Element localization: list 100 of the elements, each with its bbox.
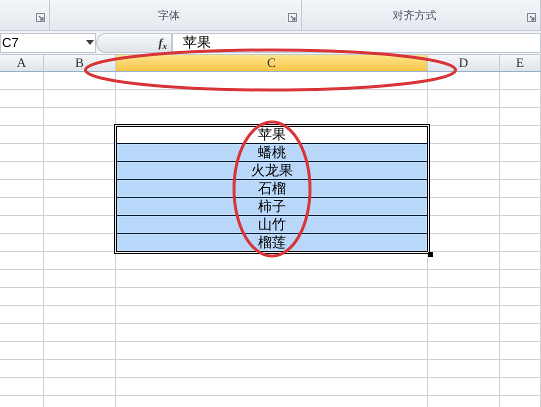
grid-cell[interactable] <box>0 126 44 144</box>
grid-cell[interactable] <box>500 162 541 180</box>
grid-cell[interactable] <box>0 360 44 378</box>
grid-cell[interactable] <box>0 72 44 90</box>
grid-cell[interactable] <box>116 90 428 108</box>
grid-cell[interactable] <box>116 360 428 378</box>
grid-cell[interactable] <box>0 270 44 288</box>
grid-cell[interactable] <box>44 324 116 342</box>
grid-cell[interactable] <box>0 306 44 324</box>
grid-cell[interactable] <box>44 180 116 198</box>
grid-cell[interactable] <box>428 324 500 342</box>
column-header[interactable]: C <box>116 55 428 71</box>
grid-cell[interactable] <box>500 324 541 342</box>
dialog-launcher-icon[interactable] <box>527 13 536 22</box>
grid-cell[interactable] <box>500 306 541 324</box>
grid-cell[interactable] <box>116 270 428 288</box>
grid-cell[interactable] <box>428 108 500 126</box>
grid-cell[interactable] <box>500 360 541 378</box>
grid-cell[interactable] <box>500 126 541 144</box>
table-cell[interactable]: 山竹 <box>116 216 428 234</box>
grid-cell[interactable] <box>428 72 500 90</box>
grid-cell[interactable] <box>44 144 116 162</box>
grid-cell[interactable] <box>428 378 500 396</box>
grid-cell[interactable] <box>0 162 44 180</box>
table-cell[interactable]: 石榴 <box>116 180 428 198</box>
grid-cell[interactable] <box>500 198 541 216</box>
grid-cell[interactable] <box>500 90 541 108</box>
column-header[interactable]: B <box>44 55 116 71</box>
grid-cell[interactable] <box>0 108 44 126</box>
grid-cell[interactable] <box>44 108 116 126</box>
grid-cell[interactable] <box>500 270 541 288</box>
grid-cell[interactable] <box>428 342 500 360</box>
grid-cell[interactable] <box>116 342 428 360</box>
grid-cell[interactable] <box>428 126 500 144</box>
formula-field[interactable]: 苹果 <box>172 32 541 52</box>
grid-cell[interactable] <box>0 342 44 360</box>
grid-cell[interactable] <box>116 252 428 270</box>
grid-cell[interactable] <box>428 270 500 288</box>
grid-cell[interactable] <box>428 162 500 180</box>
ribbon-group-label: 对齐方式 <box>392 8 438 24</box>
grid-cell[interactable] <box>0 324 44 342</box>
dialog-launcher-icon[interactable] <box>288 13 297 22</box>
column-header[interactable]: A <box>0 55 44 71</box>
dialog-launcher-icon[interactable] <box>36 13 45 22</box>
table-cell[interactable]: 柿子 <box>116 198 428 216</box>
grid-cell[interactable] <box>0 198 44 216</box>
grid-cell[interactable] <box>500 342 541 360</box>
grid-cell[interactable] <box>428 180 500 198</box>
grid-cell[interactable] <box>500 216 541 234</box>
grid-cell[interactable] <box>44 198 116 216</box>
grid-cell[interactable] <box>500 144 541 162</box>
grid-cell[interactable] <box>116 324 428 342</box>
grid-cell[interactable] <box>500 378 541 396</box>
grid-cell[interactable] <box>44 252 116 270</box>
grid-cell[interactable] <box>428 288 500 306</box>
grid-cell[interactable] <box>116 378 428 396</box>
grid-cell[interactable] <box>44 216 116 234</box>
table-cell[interactable]: 蟠桃 <box>116 144 428 162</box>
grid-cell[interactable] <box>116 306 428 324</box>
grid-cell[interactable] <box>428 144 500 162</box>
grid-cell[interactable] <box>500 72 541 90</box>
grid-cell[interactable] <box>428 360 500 378</box>
grid-cell[interactable] <box>428 306 500 324</box>
grid-cell[interactable] <box>44 342 116 360</box>
insert-function-button[interactable]: f$_{x}$ <box>158 34 167 52</box>
grid-cell[interactable] <box>44 72 116 90</box>
grid-cell[interactable] <box>428 252 500 270</box>
grid-cell[interactable] <box>116 108 428 126</box>
grid-cell[interactable] <box>0 180 44 198</box>
table-cell[interactable]: 苹果 <box>116 126 428 144</box>
grid-cell[interactable] <box>500 108 541 126</box>
grid-cell[interactable] <box>44 162 116 180</box>
grid-cell[interactable] <box>0 216 44 234</box>
dropdown-caret-icon[interactable] <box>86 40 94 45</box>
grid-cell[interactable] <box>116 288 428 306</box>
ribbon-group-label: 字体 <box>157 8 181 24</box>
grid-cell[interactable] <box>500 180 541 198</box>
grid-cell[interactable] <box>44 126 116 144</box>
grid-cell[interactable] <box>0 378 44 396</box>
grid-cell[interactable] <box>0 288 44 306</box>
fill-handle[interactable] <box>428 252 433 257</box>
grid-cell[interactable] <box>0 90 44 108</box>
grid-cell[interactable] <box>428 198 500 216</box>
grid-cell[interactable] <box>44 270 116 288</box>
grid-cell[interactable] <box>44 378 116 396</box>
grid-cell[interactable] <box>44 90 116 108</box>
grid-cell[interactable] <box>428 90 500 108</box>
grid-cell[interactable] <box>500 252 541 270</box>
name-box[interactable]: C7 <box>0 32 96 52</box>
column-header[interactable]: D <box>428 55 500 71</box>
grid-cell[interactable] <box>500 288 541 306</box>
grid-cell[interactable] <box>44 360 116 378</box>
column-header[interactable]: E <box>500 55 541 71</box>
grid-cell[interactable] <box>0 252 44 270</box>
grid-cell[interactable] <box>44 306 116 324</box>
table-cell[interactable]: 火龙果 <box>116 162 428 180</box>
grid-cell[interactable] <box>428 216 500 234</box>
grid-cell[interactable] <box>44 288 116 306</box>
table-cell[interactable]: 榴莲 <box>116 234 428 252</box>
grid-cell[interactable] <box>0 144 44 162</box>
